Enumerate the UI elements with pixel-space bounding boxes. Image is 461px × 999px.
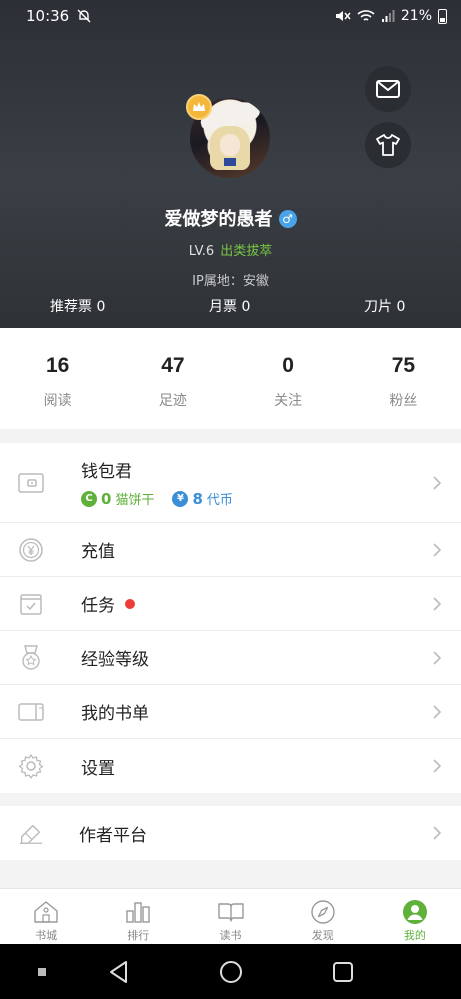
- stat-fans[interactable]: 75 粉丝: [346, 328, 461, 429]
- user-level: LV.6 出类拔萃: [0, 240, 461, 259]
- stat-value: 47: [161, 354, 185, 377]
- back-icon[interactable]: [108, 960, 130, 984]
- menu-item-recharge[interactable]: 充值: [0, 523, 461, 577]
- token-coin-icon: ¥: [172, 490, 189, 507]
- menu-item-label: 设置: [81, 758, 115, 779]
- token-label: 代币: [206, 493, 233, 508]
- recent-apps-icon[interactable]: [37, 967, 47, 977]
- message-button[interactable]: [365, 66, 411, 112]
- ip-location: IP属地：安徽: [192, 274, 269, 289]
- menu-item-tasks[interactable]: 任务: [0, 577, 461, 631]
- tab-ranking[interactable]: 排行: [92, 889, 184, 944]
- tab-label: 发现: [311, 929, 334, 942]
- tab-label: 我的: [403, 929, 426, 942]
- book-list-icon: [18, 699, 44, 725]
- stat-label: 足迹: [158, 393, 187, 409]
- tab-profile[interactable]: 我的: [369, 889, 461, 944]
- username: 爱做梦的愚者 ♂: [0, 205, 461, 231]
- envelope-icon: [376, 80, 400, 98]
- chevron-right-icon: [433, 704, 442, 719]
- bookstore-icon: [33, 899, 59, 925]
- compass-icon: [310, 899, 336, 925]
- stat-reading[interactable]: 16 阅读: [0, 328, 115, 429]
- task-check-icon: [18, 591, 44, 617]
- status-time: 10:36: [26, 7, 70, 25]
- blade-ticket[interactable]: 刀片 0: [364, 296, 405, 316]
- avatar[interactable]: [186, 94, 270, 178]
- battery-percent: 21%: [400, 8, 432, 24]
- book-open-icon: [217, 899, 244, 925]
- menu-item-settings[interactable]: 设置: [0, 739, 461, 793]
- monthly-ticket[interactable]: 月票 0: [209, 296, 250, 316]
- token-value: 8: [192, 489, 203, 508]
- chevron-right-icon: [433, 650, 442, 665]
- tab-reading[interactable]: 读书: [184, 889, 276, 944]
- stat-footprint[interactable]: 47 足迹: [115, 328, 230, 429]
- chevron-right-icon: [433, 596, 442, 611]
- profile-header: 10:36 21% 爱做梦的愚者 ♂ LV.6 出类拔萃 IP属地：安徽 推荐票 0…: [0, 0, 461, 328]
- level-value: LV.6: [188, 244, 215, 259]
- stat-label: 阅读: [43, 393, 72, 409]
- tab-label: 书城: [35, 929, 58, 942]
- stat-label: 粉丝: [389, 393, 418, 409]
- menu-item-label: 充值: [81, 542, 115, 562]
- pen-icon: [18, 820, 44, 846]
- menu-group-main: 钱包君 C 0 猫饼干 ¥ 8 代币 充值 任务 经验等级 我的书单 设置: [0, 443, 461, 793]
- stat-following[interactable]: 0 关注: [231, 328, 346, 429]
- bottom-tab-bar: 书城 排行 读书 发现 我的: [0, 888, 461, 944]
- chevron-right-icon: [433, 826, 442, 840]
- cat-biscuit-value: 0: [101, 489, 112, 508]
- menu-item-text: 任务: [81, 596, 115, 616]
- mute-icon: [335, 11, 351, 21]
- menu-item-author-platform[interactable]: 作者平台: [0, 806, 461, 860]
- stat-label: 关注: [274, 393, 303, 409]
- menu-group-author: 作者平台: [0, 806, 461, 860]
- tab-label: 读书: [219, 929, 242, 942]
- stats-bar: 16 阅读 47 足迹 0 关注 75 粉丝: [0, 328, 461, 429]
- cat-biscuit-label: 猫饼干: [115, 493, 155, 508]
- signal-icon: [381, 10, 395, 22]
- recommend-ticket[interactable]: 推荐票 0: [50, 296, 105, 316]
- cat-biscuit-icon: C: [81, 490, 97, 507]
- dress-up-button[interactable]: [365, 122, 411, 168]
- status-bar: 10:36 21%: [0, 0, 461, 32]
- menu-item-label: 任务: [81, 591, 135, 616]
- medal-icon: [18, 644, 44, 671]
- yuan-circle-icon: [18, 537, 44, 563]
- crown-icon: [186, 94, 212, 120]
- menu-item-label: 作者平台: [79, 825, 147, 846]
- stat-value: 16: [45, 354, 70, 377]
- profile-icon: [402, 899, 428, 925]
- menu-item-experience[interactable]: 经验等级: [0, 631, 461, 685]
- wallet-title: 钱包君: [81, 462, 132, 482]
- tab-bookstore[interactable]: 书城: [0, 889, 92, 944]
- system-navigation-bar: [0, 944, 461, 999]
- gear-icon: [18, 753, 44, 779]
- overview-icon[interactable]: [332, 961, 354, 983]
- menu-item-booklist[interactable]: 我的书单: [0, 685, 461, 739]
- tab-label: 排行: [127, 929, 150, 942]
- stat-value: 75: [391, 354, 416, 377]
- menu-item-label: 我的书单: [81, 704, 149, 724]
- wallet-icon: [18, 470, 44, 496]
- chevron-right-icon: [433, 759, 442, 773]
- ranking-icon: [125, 899, 151, 925]
- wifi-icon: [357, 10, 375, 21]
- chevron-right-icon: [433, 542, 442, 557]
- username-text: 爱做梦的愚者: [164, 209, 273, 230]
- notification-off-icon: [77, 9, 91, 23]
- chevron-right-icon: [433, 475, 442, 490]
- battery-icon: [438, 8, 447, 24]
- male-gender-icon: ♂: [278, 210, 297, 228]
- wallet-balances: C 0 猫饼干 ¥ 8 代币: [81, 489, 233, 508]
- home-icon[interactable]: [219, 960, 243, 984]
- tshirt-icon: [376, 134, 400, 156]
- menu-item-label: 经验等级: [81, 650, 149, 670]
- wallet-item[interactable]: 钱包君 C 0 猫饼干 ¥ 8 代币: [0, 443, 461, 523]
- level-title: 出类拔萃: [220, 244, 273, 259]
- tab-discover[interactable]: 发现: [277, 889, 369, 944]
- notification-dot: [125, 599, 135, 609]
- stat-value: 0: [282, 354, 294, 377]
